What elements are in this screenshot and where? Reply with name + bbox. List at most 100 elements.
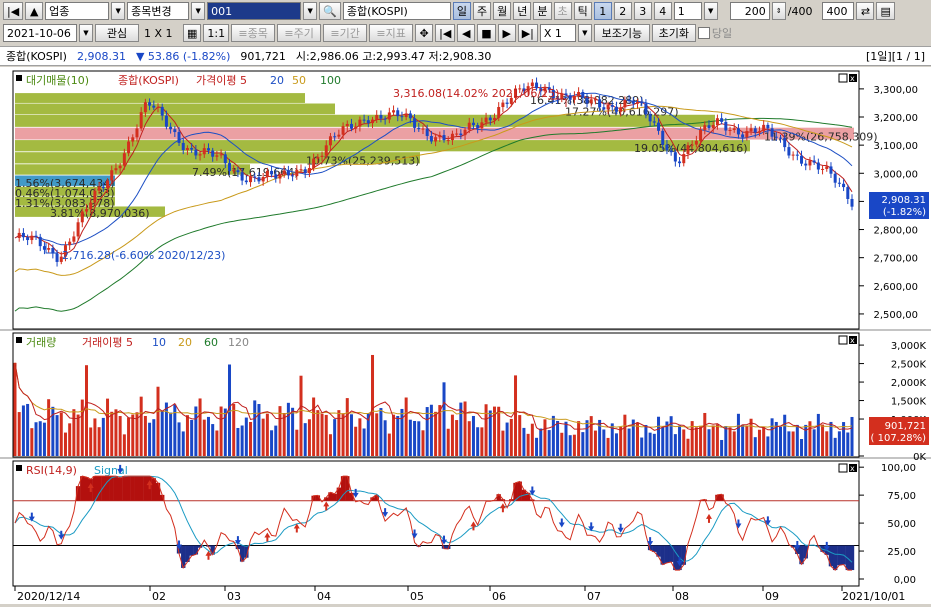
chart-area[interactable]: x x x 대기매물(10) 종합(KOSPI) 가격이평 5 20 50 10… [0,67,931,604]
number-3-button[interactable]: 3 [634,2,652,20]
candle-body [169,127,172,129]
period-day-button[interactable]: 일 [453,2,471,20]
up-icon[interactable]: ▲ [25,2,43,20]
move-icon[interactable]: ✥ [415,24,433,42]
volume-bar [295,430,298,456]
volume-bar [165,403,168,456]
volume-bar [283,413,286,456]
stop-icon[interactable]: ■ [477,24,495,42]
rsi-panel-menu-icon[interactable] [16,465,22,471]
candle-body [792,155,795,156]
stock-chart[interactable]: x x x 대기매물(10) 종합(KOSPI) 가격이평 5 20 50 10… [0,67,931,604]
volume-bar [686,439,689,456]
one-to-one-icon[interactable]: 1:1 [203,24,229,42]
date-dropdown-icon[interactable]: ▼ [79,24,93,42]
band-label: 19.05%(44,804,616) [634,142,748,155]
search-icon[interactable]: 🔍 [319,2,341,20]
candle-body [358,120,361,127]
volume-bar [548,430,551,456]
volume-bar [817,414,820,456]
candle-body [388,112,391,119]
number-1-button[interactable]: 1 [594,2,612,20]
candle-body [291,175,294,176]
save-icon[interactable]: ▤ [876,2,894,20]
volume-panel-menu-icon[interactable] [16,337,22,343]
price-panel-menu-icon[interactable] [16,75,22,81]
candle-body [438,135,441,137]
grid-icon[interactable]: ▦ [183,24,201,42]
period-month-button[interactable]: 월 [493,2,511,20]
apply-icon[interactable]: ⇄ [856,2,874,20]
candle-body [342,126,345,135]
volume-bar [564,422,567,456]
rsi-overbought-fill [496,494,500,501]
candle-body [312,159,315,168]
cycle-button[interactable]: ≡주기 [277,24,321,42]
candle-body [106,181,109,189]
period-button[interactable]: ≡기간 [323,24,367,42]
candle-body [615,107,618,112]
count-input[interactable]: 200 [730,2,770,20]
ratio-select[interactable]: X 1 [540,24,576,42]
today-checkbox[interactable] [698,27,710,39]
code-input[interactable]: 001 [207,2,301,20]
volume-bar [56,415,59,456]
reset-button[interactable]: 초기화 [652,24,696,42]
aux-function-button[interactable]: 보조기능 [594,24,650,42]
date-field[interactable]: 2021-10-06 [3,24,77,42]
prev-icon[interactable]: ◀ [457,24,475,42]
change-stock-select[interactable]: 종목변경 [127,2,189,20]
next-icon[interactable]: ▶ [498,24,516,42]
rsi-overbought-fill [84,477,88,501]
candle-body [598,99,601,107]
candle-body [329,136,332,145]
rsi-tick: 100,00 [881,463,916,474]
stock-button[interactable]: ≡종목 [231,24,275,42]
candle-body [35,236,38,237]
volume-bar [148,423,151,456]
volume-bar [291,408,294,456]
volume-bar [400,409,403,456]
period-week-button[interactable]: 주 [473,2,491,20]
candle-body [396,110,399,116]
ratio-dropdown-icon[interactable]: ▼ [578,24,592,42]
rsi-oversold-fill [850,545,854,570]
volume-bar [443,382,446,456]
count-spin-icon[interactable]: ⇕ [772,2,786,20]
volume-bar [661,427,664,456]
candle-body [157,107,160,108]
volume-bar [426,407,429,456]
period-tick-button[interactable]: 틱 [574,2,592,20]
candle-body [211,151,214,157]
volume-bar [834,438,837,456]
volume-bar [26,404,29,456]
candle-body [817,163,820,170]
number-2-button[interactable]: 2 [614,2,632,20]
candle-body [325,145,328,155]
indicator-button[interactable]: ≡지표 [369,24,413,42]
market-dropdown-icon[interactable]: ▼ [111,2,125,20]
first-page-icon[interactable]: |◀ [435,24,455,42]
volume-bar [619,427,622,456]
interval-input[interactable]: 1 [674,2,702,20]
period-year-button[interactable]: 년 [513,2,531,20]
count2-input[interactable]: 400 [822,2,854,20]
change-stock-dropdown-icon[interactable]: ▼ [191,2,205,20]
first-icon[interactable]: |◀ [3,2,23,20]
volume-bar [169,413,172,456]
candle-body [686,145,689,154]
candle-body [766,125,769,128]
period-second-button[interactable]: 초 [554,2,572,20]
volume-bar [262,419,265,456]
last-page-icon[interactable]: ▶| [518,24,538,42]
interval-dropdown-icon[interactable]: ▼ [704,2,718,20]
code-dropdown-icon[interactable]: ▼ [303,2,317,20]
volume-bar [472,416,475,456]
volume-bar [114,409,117,456]
candle-body [89,203,92,210]
market-select[interactable]: 업종 [45,2,109,20]
interest-button[interactable]: 관심 [95,24,139,42]
number-4-button[interactable]: 4 [654,2,672,20]
period-minute-button[interactable]: 분 [533,2,551,20]
candle-body [173,129,176,132]
